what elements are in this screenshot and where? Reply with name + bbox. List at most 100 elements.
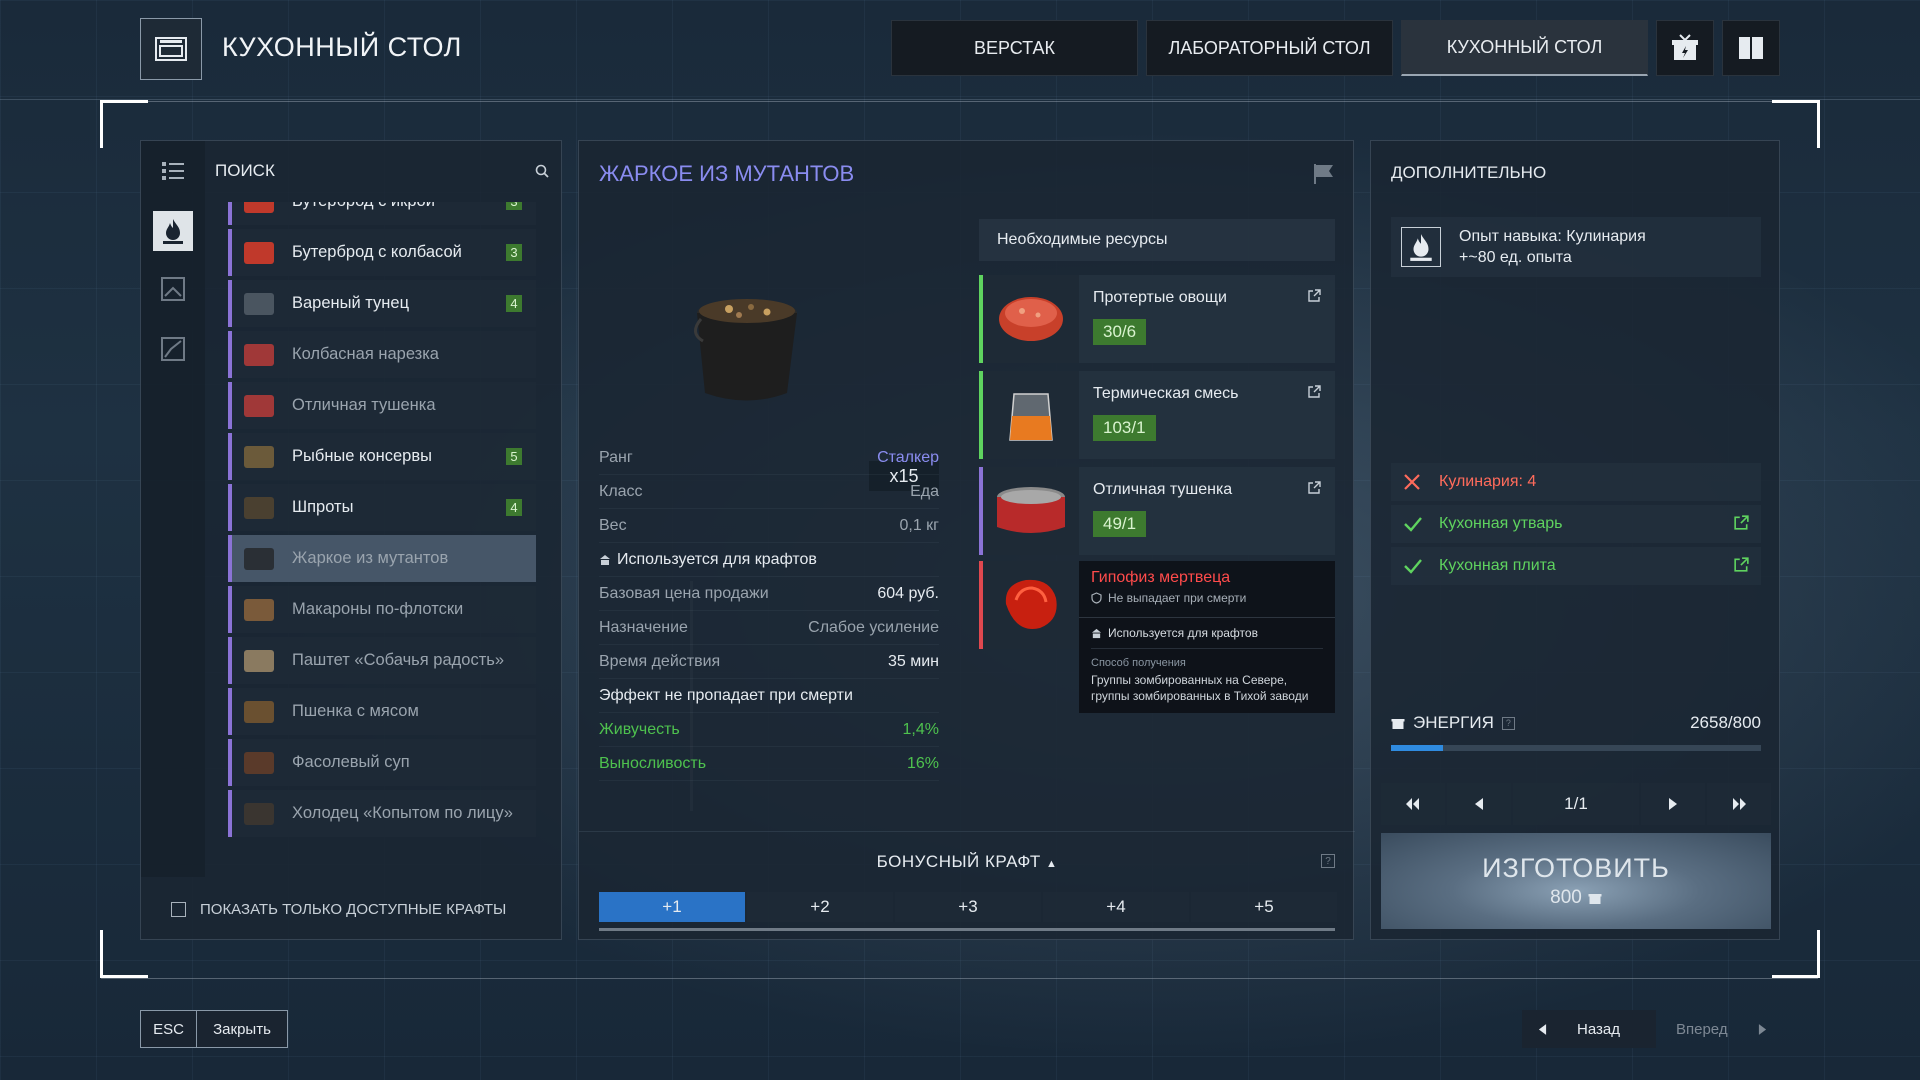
bonus-tab[interactable]: +5 <box>1191 892 1337 922</box>
stat-class: Класс Еда <box>599 475 939 509</box>
craft-button[interactable]: ИЗГОТОВИТЬ 800 <box>1381 833 1771 929</box>
list-item[interactable]: Паштет «Собачья радость» <box>228 637 536 684</box>
skill-xp-title: Опыт навыка: Кулинария <box>1459 228 1646 245</box>
prev-page-button[interactable] <box>1447 783 1511 825</box>
checkbox[interactable] <box>171 902 186 917</box>
help-icon[interactable]: ? <box>1501 716 1515 730</box>
bonus-tab[interactable]: +3 <box>895 892 1041 922</box>
no-loss-on-death: Эффект не пропадает при смерти <box>599 679 939 713</box>
list-item[interactable]: Холодец «Копытом по лицу» <box>228 790 536 837</box>
bonus-track <box>599 928 1335 931</box>
recipe-icon <box>244 802 274 825</box>
energy-fill <box>1391 745 1443 751</box>
double-chevron-right-icon <box>1733 798 1746 810</box>
canned-stew-icon <box>983 467 1079 555</box>
gift-button[interactable] <box>1656 20 1714 76</box>
close-button[interactable]: Закрыть <box>197 1011 287 1047</box>
not-dropped-note: Не выпадает при смерти <box>1091 591 1323 605</box>
available-crafts-label: ПОКАЗАТЬ ТОЛЬКО ДОСТУПНЫЕ КРАФТЫ <box>200 901 507 918</box>
page-indicator: 1/1 <box>1513 783 1639 825</box>
recipe-icon <box>244 649 274 672</box>
list-item[interactable]: Вареный тунец 4 <box>228 280 536 327</box>
help-icon[interactable]: ? <box>1321 854 1335 868</box>
stat-rank: Ранг Сталкер <box>599 441 939 475</box>
list-item[interactable]: Макароны по-флотски <box>228 586 536 633</box>
recipe-count-badge: 3 <box>506 244 522 261</box>
bonus-craft-title[interactable]: БОНУСНЫЙ КРАФТ ▲ <box>579 852 1355 872</box>
top-bar: КУХОННЫЙ СТОЛ ВЕРСТАК ЛАБОРАТОРНЫЙ СТОЛ … <box>0 0 1920 100</box>
recipe-icon <box>244 445 274 468</box>
recipe-name: Жаркое из мутантов <box>292 549 449 567</box>
first-page-button[interactable] <box>1381 783 1445 825</box>
craft-icon <box>1091 628 1102 638</box>
list-item[interactable]: Пшенка с мясом <box>228 688 536 735</box>
esc-key[interactable]: ESC <box>141 1011 197 1047</box>
recipe-list: Бутерброд с икрой 3 Бутерброд с колбасой 3 В… <box>228 202 558 866</box>
list-item[interactable]: Отличная тушенка <box>228 382 536 429</box>
close-control[interactable]: ESC Закрыть <box>140 1010 288 1048</box>
resources-header: Необходимые ресурсы <box>979 219 1335 261</box>
bonus-tab[interactable]: +2 <box>747 892 893 922</box>
next-page-button[interactable] <box>1641 783 1705 825</box>
last-page-button[interactable] <box>1707 783 1771 825</box>
craft-label: ИЗГОТОВИТЬ <box>1482 853 1670 883</box>
recipe-icon <box>244 202 274 213</box>
craft-cost: 800 <box>1550 887 1602 909</box>
tab-lab-table[interactable]: ЛАБОРАТОРНЫЙ СТОЛ <box>1146 20 1393 76</box>
recipe-name: Рыбные консервы <box>292 447 432 465</box>
triangle-up-icon: ▲ <box>1045 858 1058 870</box>
resource-card[interactable]: Термическая смесь 103/1 <box>979 371 1335 459</box>
list-item[interactable]: Шпроты 4 <box>228 484 536 531</box>
back-button[interactable]: Назад <box>1522 1010 1656 1048</box>
list-item[interactable]: Рыбные консервы 5 <box>228 433 536 480</box>
resource-card-missing[interactable]: Гипофиз мертвеца Не выпадает при смерти <box>979 561 1335 649</box>
external-link-icon[interactable] <box>1734 557 1749 572</box>
energy-bar <box>1391 745 1761 751</box>
bonus-tab[interactable]: +1 <box>599 892 745 922</box>
external-link-icon[interactable] <box>1734 515 1749 530</box>
chevron-left-icon <box>1538 1023 1547 1035</box>
list-view-button[interactable] <box>153 151 193 191</box>
resource-name: Гипофиз мертвеца <box>1091 569 1231 586</box>
energy-value: 2658/800 <box>1690 713 1761 732</box>
list-item[interactable]: Фасолевый суп <box>228 739 536 786</box>
external-link-icon[interactable] <box>1308 289 1321 302</box>
book-button[interactable] <box>1722 20 1780 76</box>
category-cooking-button[interactable] <box>153 211 193 251</box>
extra-title: ДОПОЛНИТЕЛЬНО <box>1391 163 1547 182</box>
list-item[interactable]: Колбасная нарезка <box>228 331 536 378</box>
available-crafts-toggle[interactable]: ПОКАЗАТЬ ТОЛЬКО ДОСТУПНЫЕ КРАФТЫ <box>171 901 506 918</box>
resource-card[interactable]: Протертые овощи 30/6 <box>979 275 1335 363</box>
box-icon <box>161 277 185 301</box>
external-link-icon[interactable] <box>1308 385 1321 398</box>
kitchen-table-icon <box>140 18 202 80</box>
resource-card[interactable]: Отличная тушенка 49/1 <box>979 467 1335 555</box>
tab-kitchen-table[interactable]: КУХОННЫЙ СТОЛ <box>1401 20 1648 76</box>
pot-icon <box>694 299 797 401</box>
chevron-right-icon <box>1758 1023 1766 1035</box>
box-icon <box>161 337 185 361</box>
energy-icon <box>1588 894 1602 904</box>
search-icon[interactable] <box>535 164 549 178</box>
dead-pituitary-icon <box>983 561 1079 649</box>
requirement-skill: Кулинария: 4 <box>1391 463 1761 501</box>
list-item[interactable]: Жаркое из мутантов <box>228 535 536 582</box>
list-item[interactable]: Бутерброд с колбасой 3 <box>228 229 536 276</box>
recipe-icon <box>244 700 274 723</box>
flag-icon[interactable] <box>1313 163 1335 185</box>
tab-workbench[interactable]: ВЕРСТАК <box>891 20 1138 76</box>
category-item-button[interactable] <box>153 329 193 369</box>
category-item-button[interactable] <box>153 269 193 309</box>
resource-tooltip: Используется для крафтов Способ получени… <box>1079 617 1335 713</box>
recipe-icon <box>244 751 274 774</box>
forward-button[interactable]: Вперед <box>1660 1010 1780 1048</box>
list-item[interactable]: Бутерброд с икрой 3 <box>228 202 536 225</box>
used-for-crafts: Используется для крафтов <box>1091 626 1323 649</box>
bonus-tab[interactable]: +4 <box>1043 892 1189 922</box>
check-icon <box>1403 558 1425 574</box>
search-input[interactable] <box>215 161 475 181</box>
chevron-left-icon <box>1475 798 1483 810</box>
book-icon <box>1739 37 1763 59</box>
craft-icon <box>600 554 610 565</box>
external-link-icon[interactable] <box>1308 481 1321 494</box>
